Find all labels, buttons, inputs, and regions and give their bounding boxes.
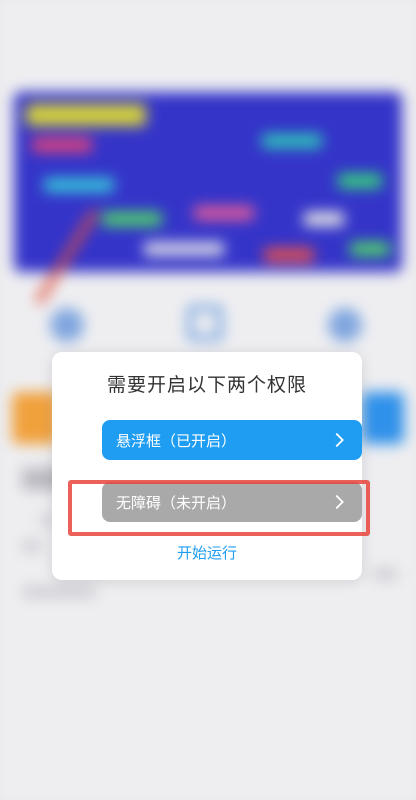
background-header-text xyxy=(28,40,68,56)
dialog-title: 需要开启以下两个权限 xyxy=(106,374,307,396)
banner-chip xyxy=(264,248,314,262)
accessibility-permission-button[interactable]: 无障碍（未开启） xyxy=(102,482,362,522)
banner-chip xyxy=(262,134,322,148)
start-run-link[interactable]: 开始运行 xyxy=(52,542,362,563)
banner-chip xyxy=(144,242,224,256)
banner-chip xyxy=(32,138,92,152)
background-circle-icon xyxy=(328,308,362,342)
floating-window-permission-button[interactable]: 悬浮框（已开启） xyxy=(102,420,362,460)
banner-chip xyxy=(102,212,162,226)
chevron-right-icon xyxy=(335,432,344,448)
permission-label: 无障碍（未开启） xyxy=(116,493,237,512)
banner-chip xyxy=(194,206,254,220)
background-circle-icon xyxy=(50,308,84,342)
background-text-line xyxy=(22,540,42,552)
background-text-line xyxy=(372,568,398,580)
banner-chip xyxy=(338,174,382,188)
banner-chip xyxy=(26,104,146,126)
banner-chip xyxy=(304,212,344,226)
permission-label: 悬浮框（已开启） xyxy=(116,431,237,450)
background-text-line xyxy=(22,586,96,598)
background-blue-card xyxy=(362,392,404,444)
banner-chip xyxy=(350,242,390,256)
edit-icon xyxy=(188,306,222,340)
chevron-right-icon xyxy=(335,494,344,510)
permission-dialog: 需要开启以下两个权限 悬浮框（已开启） 无障碍（未开启） 开始运行 xyxy=(52,352,362,580)
banner-chip xyxy=(44,178,114,192)
